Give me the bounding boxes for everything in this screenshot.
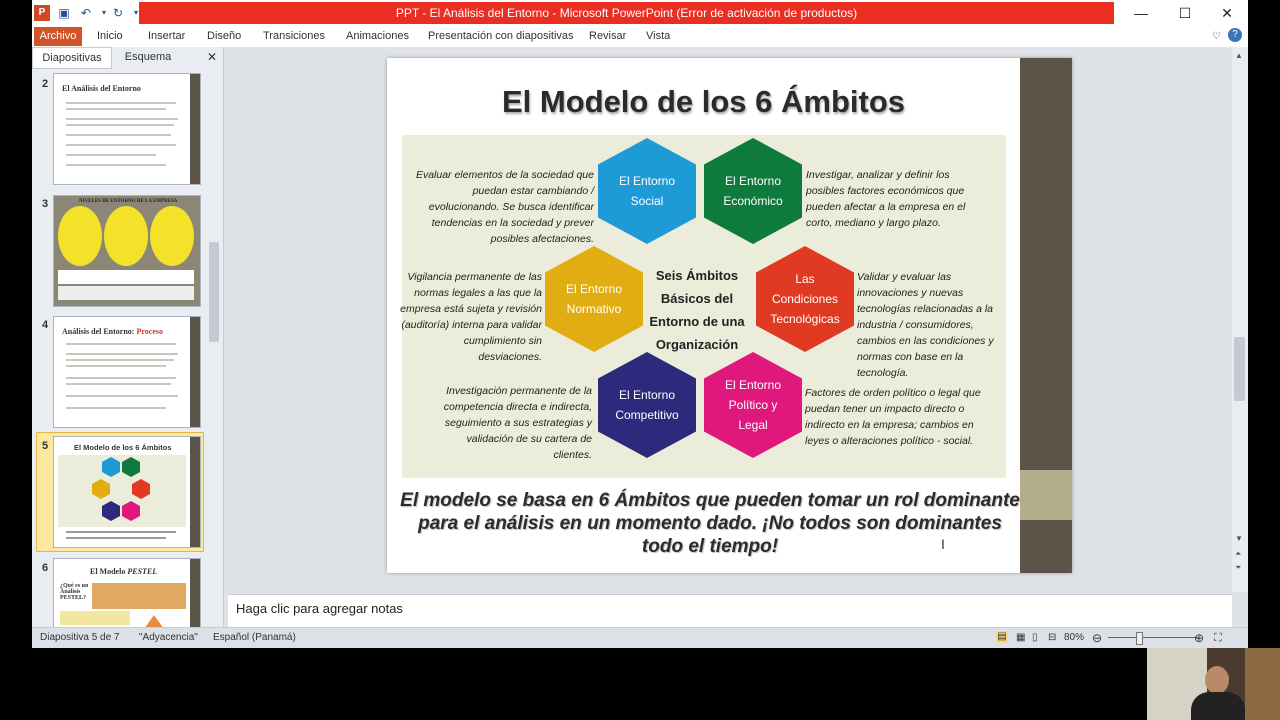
- tab-esquema[interactable]: Esquema: [112, 47, 184, 67]
- desc-politico: Factores de orden político o legal que p…: [805, 387, 981, 447]
- ribbon-minimize-icon[interactable]: ♡: [1212, 26, 1221, 47]
- thumb-number: 2: [42, 78, 49, 90]
- window-title: PPT - El Análisis del Entorno - Microsof…: [139, 2, 1114, 24]
- person-face: [1205, 666, 1229, 694]
- slide-thumbnail-5[interactable]: El Modelo de los 6 Ámbitos: [53, 436, 201, 548]
- panel-scroll-thumb[interactable]: [209, 242, 219, 342]
- desc-economico: Investigar, analizar y definir los posib…: [806, 169, 966, 229]
- thumb-title: Análisis del Entorno: Proceso: [62, 327, 163, 336]
- thumb-number: 3: [42, 198, 49, 210]
- thumb-title: NIVELES DE ENTORNO DE LA EMPRESA: [79, 199, 178, 204]
- zoom-out-icon[interactable]: ⊖: [1092, 628, 1102, 648]
- slide-thumbnail-4[interactable]: Análisis del Entorno: Proceso: [53, 316, 201, 428]
- webcam-overlay: [1147, 648, 1280, 720]
- scroll-up-icon[interactable]: ▲: [1235, 51, 1243, 60]
- notes-placeholder[interactable]: Haga clic para agregar notas: [236, 601, 403, 616]
- fit-slide-icon[interactable]: ⛶: [1214, 628, 1222, 648]
- reading-view-icon[interactable]: ▯: [1032, 628, 1038, 648]
- minimize-icon[interactable]: —: [1118, 0, 1164, 26]
- thumb-number: 5: [42, 440, 49, 452]
- diagram-center-text: Seis Ámbitos Básicos del Entorno de una …: [649, 268, 745, 352]
- desc-social: Evaluar elementos de la sociedad que pue…: [415, 169, 594, 245]
- panel-scrollbar[interactable]: [207, 67, 221, 627]
- thumb-subtitle: ¿Qué es un Análisis PESTEL?: [60, 583, 89, 601]
- tab-inicio[interactable]: Inicio: [97, 26, 123, 47]
- slide-bottom-text[interactable]: El modelo se basa en 6 Ámbitos que puede…: [400, 489, 1020, 558]
- desc-tecnologicas: Validar y evaluar las innovaciones y nue…: [857, 271, 994, 379]
- slide-scrollbar[interactable]: ▲ ▼ ⏶ ⏷: [1232, 47, 1248, 592]
- thumb-title: El Modelo PESTEL: [90, 567, 158, 576]
- slide-thumbnail-6[interactable]: El Modelo PESTEL ¿Qué es un Análisis PES…: [53, 558, 201, 629]
- tab-vista[interactable]: Vista: [646, 26, 670, 47]
- slide-sorter-icon[interactable]: ▦: [1016, 628, 1025, 648]
- scroll-down-icon[interactable]: ▼: [1235, 534, 1243, 543]
- desc-competitivo: Investigación permanente de la competenc…: [443, 385, 592, 461]
- slide-decor-bar: [1020, 58, 1072, 470]
- tab-animaciones[interactable]: Animaciones: [346, 26, 409, 47]
- desc-normativo: Vigilancia permanente de las normas lega…: [400, 271, 542, 363]
- redo-icon[interactable]: ↻: [110, 5, 126, 21]
- save-icon[interactable]: ▣: [56, 5, 72, 21]
- next-slide-icon[interactable]: ⏷: [1235, 563, 1241, 573]
- status-bar: Diapositiva 5 de 7 "Adyacencia" Español …: [32, 627, 1248, 648]
- thumb-title: El Modelo de los 6 Ámbitos: [74, 443, 172, 452]
- zoom-level[interactable]: 80%: [1064, 628, 1084, 648]
- tab-transiciones[interactable]: Transiciones: [263, 26, 325, 47]
- slide-decor-bar: [1020, 470, 1072, 520]
- tab-diapositivas[interactable]: Diapositivas: [32, 47, 112, 69]
- close-panel-icon[interactable]: ✕: [204, 47, 220, 67]
- tab-revisar[interactable]: Revisar: [589, 26, 626, 47]
- thumb-number: 4: [42, 319, 49, 331]
- tab-diseno[interactable]: Diseño: [207, 26, 241, 47]
- slide-thumbnail-3[interactable]: NIVELES DE ENTORNO DE LA EMPRESA: [53, 195, 201, 307]
- thumb-number: 6: [42, 562, 49, 574]
- slide-title[interactable]: El Modelo de los 6 Ámbitos: [387, 84, 1020, 120]
- powerpoint-logo-icon[interactable]: P: [34, 5, 50, 21]
- slide-decor-bar: [1020, 520, 1072, 573]
- zoom-in-icon[interactable]: ⊕: [1194, 628, 1204, 648]
- text-cursor-icon: I: [941, 536, 945, 552]
- person-body: [1191, 692, 1245, 720]
- ribbon: Inicio Insertar Diseño Transiciones Anim…: [32, 26, 1248, 48]
- previous-slide-icon[interactable]: ⏶: [1235, 549, 1241, 559]
- zoom-slider[interactable]: [1108, 637, 1198, 638]
- help-icon[interactable]: ?: [1228, 28, 1242, 42]
- close-icon[interactable]: ✕: [1204, 0, 1250, 26]
- status-language[interactable]: Español (Panamá): [213, 628, 296, 648]
- slide-thumbnail-2[interactable]: El Análisis del Entorno: [53, 73, 201, 185]
- normal-view-icon[interactable]: ▤: [996, 631, 1008, 643]
- thumb-title: El Análisis del Entorno: [62, 84, 141, 93]
- slideshow-icon[interactable]: ⊟: [1048, 628, 1056, 648]
- maximize-icon[interactable]: ☐: [1162, 0, 1208, 26]
- notes-pane[interactable]: Haga clic para agregar notas: [228, 594, 1232, 627]
- tab-presentacion[interactable]: Presentación con diapositivas: [428, 26, 574, 47]
- zoom-slider-thumb[interactable]: [1136, 632, 1143, 645]
- tab-insertar[interactable]: Insertar: [148, 26, 185, 47]
- status-theme[interactable]: "Adyacencia": [139, 628, 198, 648]
- slide-scroll-thumb[interactable]: [1234, 337, 1245, 401]
- undo-icon[interactable]: ↶: [78, 5, 94, 21]
- status-slide-info[interactable]: Diapositiva 5 de 7: [40, 628, 120, 648]
- tab-archivo[interactable]: Archivo: [34, 27, 82, 46]
